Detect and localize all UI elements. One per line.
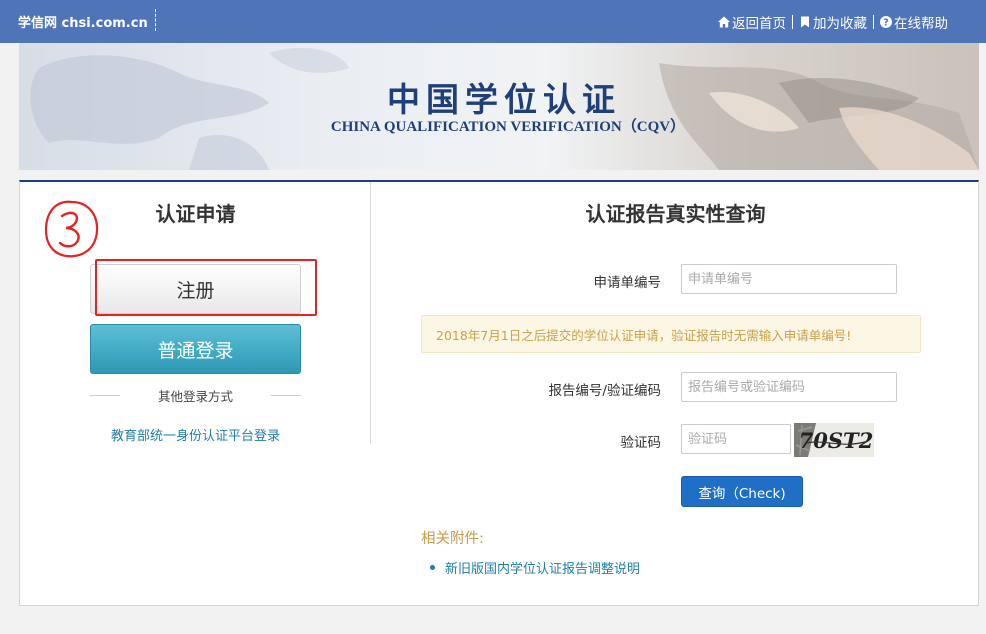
help-link-label: 在线帮助 — [894, 16, 948, 32]
apply-section: 认证申请 注册 普通登录 其他登录方式 教育部统一身份认证平台登录 — [20, 182, 371, 444]
svg-text:?: ? — [883, 18, 889, 28]
captcha-label: 验证码 — [620, 435, 662, 451]
check-button[interactable]: 查询（Check) — [681, 476, 803, 507]
other-login-label: 其他登录方式 — [157, 388, 233, 404]
login-button[interactable]: 普通登录 — [90, 324, 301, 374]
top-bar: 学信网 chsi.com.cn 返回首页 加为收藏 ? 在线帮助 — [0, 0, 986, 43]
help-link[interactable]: ? 在线帮助 — [880, 12, 948, 32]
home-link[interactable]: 返回首页 — [718, 12, 786, 32]
notice-banner: 2018年7月1日之后提交的学位认证申请，验证报告时无需输入申请单编号! — [421, 315, 921, 353]
bookmark-icon — [801, 16, 809, 28]
captcha-input[interactable] — [681, 424, 791, 454]
attachment-link[interactable]: 新旧版国内学位认证报告调整说明 — [430, 558, 640, 577]
application-no-input[interactable] — [681, 264, 897, 294]
divider-line — [90, 394, 120, 396]
home-icon — [718, 16, 730, 28]
application-no-label: 申请单编号 — [593, 275, 662, 291]
captcha-text: 70ST2 — [799, 428, 874, 453]
apply-title: 认证申请 — [155, 202, 236, 226]
home-link-label: 返回首页 — [732, 16, 786, 32]
attachments-title: 相关附件: — [421, 531, 484, 547]
main-panel: 认证申请 注册 普通登录 其他登录方式 教育部统一身份认证平台登录 认证报告真实… — [19, 180, 979, 606]
cqv-banner: 中国学位认证 CHINA QUALIFICATION VERIFICATION（… — [19, 43, 979, 170]
top-links: 返回首页 加为收藏 ? 在线帮助 — [718, 12, 948, 32]
attachment-link-label: 新旧版国内学位认证报告调整说明 — [445, 562, 641, 577]
divider-line — [270, 394, 301, 396]
other-login-divider: 其他登录方式 — [90, 386, 301, 404]
link-divider — [792, 15, 793, 29]
moe-login-link[interactable]: 教育部统一身份认证平台登录 — [20, 425, 371, 444]
link-divider — [873, 15, 874, 29]
captcha-image[interactable]: 70ST2 — [794, 423, 874, 457]
bookmark-link[interactable]: 加为收藏 — [799, 12, 867, 32]
verify-title: 认证报告真实性查询 — [585, 202, 766, 226]
banner-subtitle: CHINA QUALIFICATION VERIFICATION（CQV） — [330, 119, 686, 135]
report-no-label: 报告编号/验证编码 — [548, 383, 661, 399]
bullet-dot — [430, 565, 435, 570]
site-brand[interactable]: 学信网 chsi.com.cn — [18, 12, 148, 31]
bookmark-link-label: 加为收藏 — [813, 16, 867, 32]
report-no-input[interactable] — [681, 372, 897, 402]
register-button[interactable]: 注册 — [90, 264, 301, 314]
banner-title: 中国学位认证 — [387, 80, 621, 119]
help-icon: ? — [880, 16, 892, 28]
brand-divider — [155, 9, 156, 31]
